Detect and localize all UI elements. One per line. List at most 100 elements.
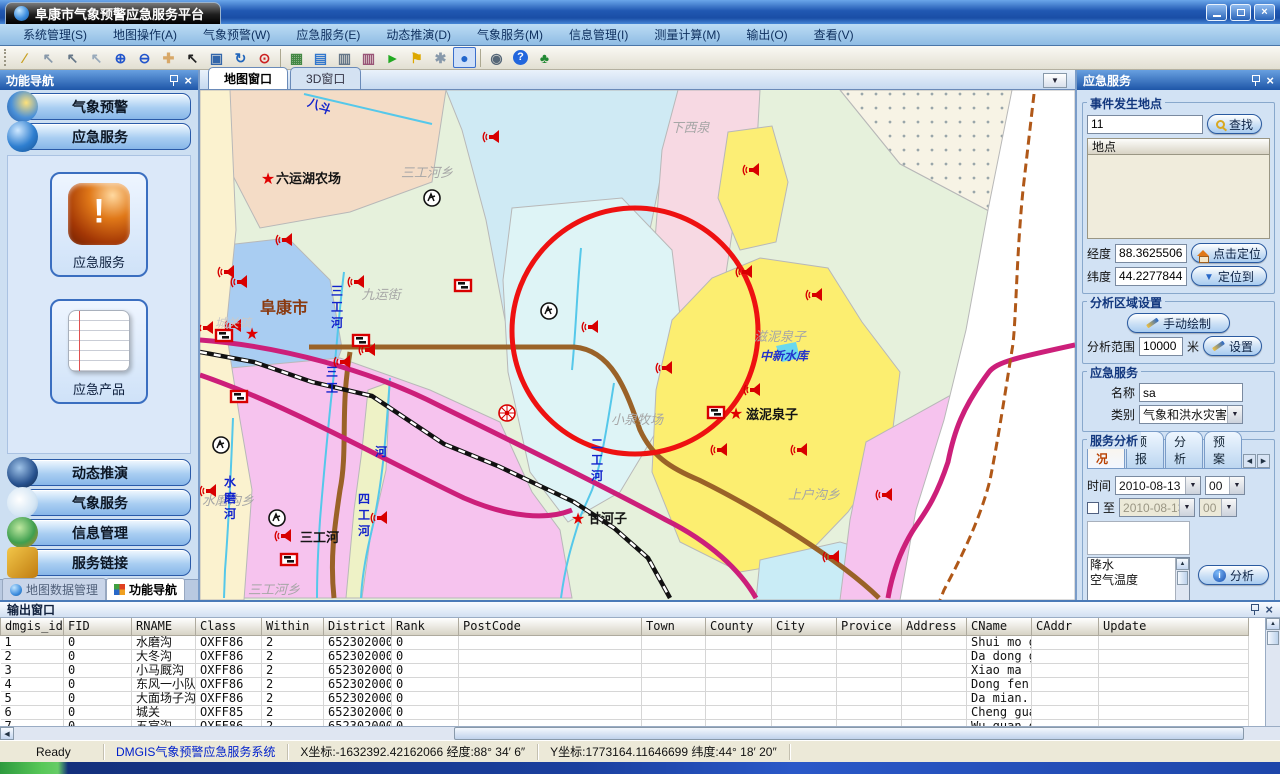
location-search-input[interactable] bbox=[1087, 115, 1203, 134]
scroll-up-icon[interactable]: ▲ bbox=[1266, 618, 1280, 630]
column-header-Provice[interactable]: Provice bbox=[837, 618, 902, 635]
zoom-scale-icon[interactable]: ⊙ bbox=[253, 47, 276, 68]
minimize-button[interactable] bbox=[1206, 4, 1227, 21]
menu-item-0[interactable]: 系统管理(S) bbox=[10, 24, 100, 45]
select-plain-icon[interactable]: ↖ bbox=[85, 47, 108, 68]
menu-item-1[interactable]: 地图操作(A) bbox=[100, 24, 190, 45]
location-list-header[interactable]: 地点 bbox=[1087, 138, 1270, 155]
table-row[interactable]: 20大冬沟OXFF8626523020000Da dong gou bbox=[1, 649, 1249, 663]
table-row[interactable]: 60城关OXFF8526523020000Cheng guan bbox=[1, 705, 1249, 719]
scroll-thumb[interactable] bbox=[1267, 631, 1279, 645]
emergency-product-big-button[interactable]: 应急产品 bbox=[50, 299, 148, 404]
column-header-FID[interactable]: FID bbox=[64, 618, 132, 635]
list-item[interactable]: 降水 bbox=[1090, 558, 1175, 573]
date-to-select[interactable]: 2010-08-13 ▼ bbox=[1119, 498, 1195, 517]
table-row[interactable]: 10水磨沟OXFF8626523020000Shui mo gou bbox=[1, 635, 1249, 649]
sidebar-item-top-1[interactable]: 应急服务 bbox=[9, 123, 191, 150]
hour-to-select[interactable]: 00 ▼ bbox=[1199, 498, 1237, 517]
menu-item-5[interactable]: 气象服务(M) bbox=[464, 24, 556, 45]
click-locate-button[interactable]: 点击定位 bbox=[1191, 243, 1267, 263]
menu-item-7[interactable]: 测量计算(M) bbox=[641, 24, 733, 45]
emergency-service-big-button[interactable]: 应急服务 bbox=[50, 172, 148, 277]
close-icon[interactable]: × bbox=[184, 74, 192, 87]
pointer-icon[interactable]: ↖ bbox=[181, 47, 204, 68]
tab-scroll-right-icon[interactable]: ▶ bbox=[1257, 454, 1270, 468]
column-header-Update[interactable]: Update bbox=[1099, 618, 1249, 635]
analysis-tab-3[interactable]: 预案 bbox=[1204, 431, 1242, 468]
map-canvas[interactable]: ★★★★ 六运湖农场三工河乡下西泉八斗阜康市城关镇九运街滋泥泉子中新水库滋泥泉子… bbox=[200, 90, 1075, 600]
map-icon[interactable]: ▦ bbox=[285, 47, 308, 68]
menu-item-6[interactable]: 信息管理(I) bbox=[556, 24, 641, 45]
picture-tree-icon[interactable]: ♣ bbox=[533, 47, 556, 68]
print-icon[interactable]: ▥ bbox=[333, 47, 356, 68]
export-image-icon[interactable]: ▤ bbox=[309, 47, 332, 68]
column-header-Town[interactable]: Town bbox=[642, 618, 706, 635]
menu-item-8[interactable]: 输出(O) bbox=[733, 24, 800, 45]
print-color-icon[interactable]: ▥ bbox=[357, 47, 380, 68]
locate-to-button[interactable]: 定位到 bbox=[1191, 266, 1267, 286]
tab-function-nav[interactable]: 功能导航 bbox=[106, 578, 185, 600]
hour-select[interactable]: 00 ▼ bbox=[1205, 476, 1245, 495]
zoom-out-icon[interactable]: ⊖ bbox=[133, 47, 156, 68]
scroll-thumb[interactable] bbox=[454, 727, 1244, 740]
table-row[interactable]: 30小马厩沟OXFF8626523020000Xiao ma ... bbox=[1, 663, 1249, 677]
select-box-icon[interactable]: ↖ bbox=[61, 47, 84, 68]
measure-icon[interactable]: ∕ bbox=[13, 47, 36, 68]
output-horizontal-scrollbar[interactable]: ◀ bbox=[0, 726, 1280, 740]
date-select[interactable]: 2010-08-13 ▼ bbox=[1115, 476, 1201, 495]
sidebar-item-bottom-2[interactable]: 信息管理 bbox=[9, 519, 191, 546]
element-list[interactable]: 降水空气温度 ▲ bbox=[1087, 557, 1190, 600]
settings-gear-icon[interactable]: ✱ bbox=[429, 47, 452, 68]
scroll-thumb[interactable] bbox=[1177, 571, 1188, 585]
pin-icon[interactable] bbox=[1250, 604, 1259, 615]
analysis-range-input[interactable] bbox=[1139, 337, 1183, 356]
pin-icon[interactable] bbox=[1251, 75, 1260, 86]
tab-scroll-left-icon[interactable]: ◀ bbox=[1243, 454, 1256, 468]
element-list-scrollbar[interactable]: ▲ bbox=[1175, 558, 1189, 600]
map-tab-dropdown-button[interactable]: ▼ bbox=[1043, 73, 1067, 88]
close-icon[interactable]: × bbox=[1266, 74, 1274, 87]
table-row[interactable]: 50大面场子沟OXFF8626523020000Da mian... bbox=[1, 691, 1249, 705]
eye-icon[interactable]: ◉ bbox=[485, 47, 508, 68]
service-type-select[interactable]: 气象和洪水灾害 ▼ bbox=[1139, 405, 1243, 424]
sidebar-item-bottom-1[interactable]: 气象服务 bbox=[9, 489, 191, 516]
menu-item-2[interactable]: 气象预警(W) bbox=[190, 24, 283, 45]
tab-map-data-management[interactable]: 地图数据管理 bbox=[2, 578, 106, 600]
longitude-input[interactable] bbox=[1115, 244, 1187, 263]
location-list[interactable] bbox=[1087, 155, 1270, 239]
column-header-County[interactable]: County bbox=[706, 618, 772, 635]
close-button[interactable]: × bbox=[1254, 4, 1275, 21]
column-header-CAddr[interactable]: CAddr bbox=[1032, 618, 1099, 635]
full-extent-icon[interactable]: ▣ bbox=[205, 47, 228, 68]
column-header-Rank[interactable]: Rank bbox=[392, 618, 459, 635]
help-icon[interactable]: ? bbox=[509, 47, 532, 68]
marker-pin-icon[interactable]: ⚑ bbox=[405, 47, 428, 68]
refresh-icon[interactable]: ↻ bbox=[229, 47, 252, 68]
manual-draw-button[interactable]: 手动绘制 bbox=[1127, 313, 1230, 333]
pin-icon[interactable] bbox=[169, 75, 178, 86]
select-dashed-icon[interactable]: ↖ bbox=[37, 47, 60, 68]
menu-item-3[interactable]: 应急服务(E) bbox=[283, 24, 373, 45]
column-header-PostCode[interactable]: PostCode bbox=[459, 618, 642, 635]
table-row[interactable]: 70五官沟OXFF8626523020000Wu guan gou bbox=[1, 719, 1249, 726]
sidebar-item-bottom-0[interactable]: 动态推演 bbox=[9, 459, 191, 486]
column-header-Address[interactable]: Address bbox=[902, 618, 967, 635]
column-header-dmgis_id[interactable]: dmgis_id bbox=[1, 618, 64, 635]
analyze-button[interactable]: 分析 bbox=[1198, 565, 1269, 585]
column-header-City[interactable]: City bbox=[772, 618, 837, 635]
sidebar-item-top-0[interactable]: 气象预警 bbox=[9, 93, 191, 120]
column-header-District[interactable]: District bbox=[324, 618, 392, 635]
service-name-input[interactable] bbox=[1139, 383, 1243, 402]
tab-map-window[interactable]: 地图窗口 bbox=[208, 67, 288, 89]
taskbar-strip[interactable] bbox=[0, 762, 1280, 774]
zoom-in-icon[interactable]: ⊕ bbox=[109, 47, 132, 68]
latitude-input[interactable] bbox=[1115, 267, 1187, 286]
column-header-Within[interactable]: Within bbox=[262, 618, 324, 635]
scroll-up-icon[interactable]: ▲ bbox=[1176, 558, 1189, 570]
restore-button[interactable] bbox=[1230, 4, 1251, 21]
pan-icon[interactable]: ✚ bbox=[157, 47, 180, 68]
column-header-RNAME[interactable]: RNAME bbox=[132, 618, 196, 635]
column-header-CName[interactable]: CName bbox=[967, 618, 1032, 635]
list-item[interactable]: 空气温度 bbox=[1090, 573, 1175, 588]
to-checkbox[interactable] bbox=[1087, 502, 1099, 514]
